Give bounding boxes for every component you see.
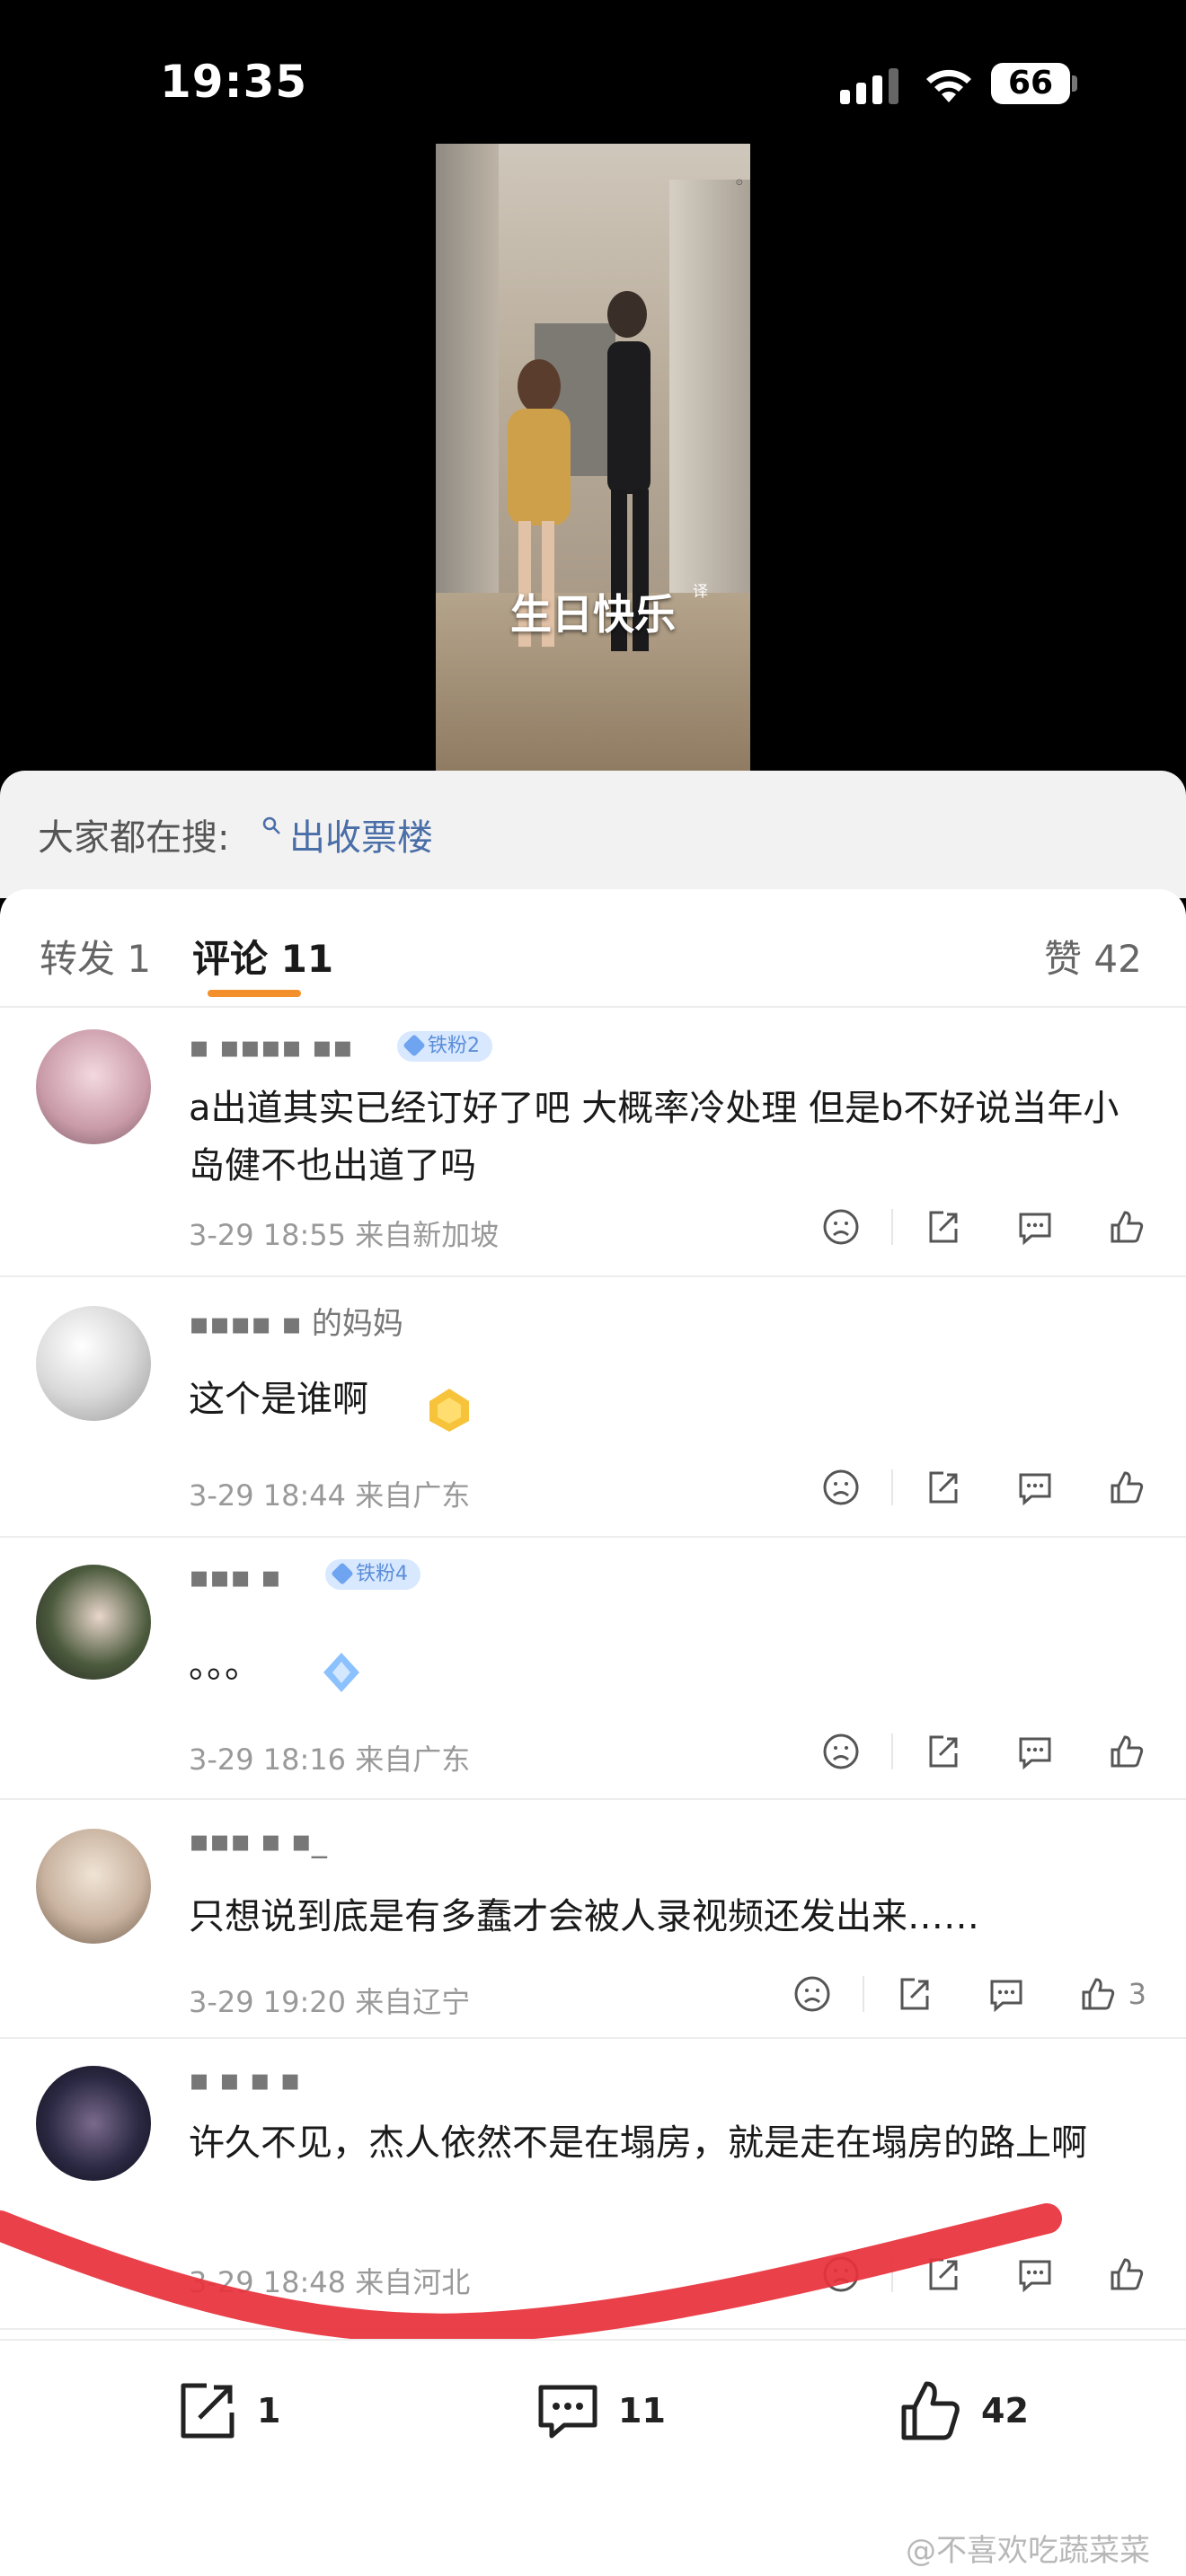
username-redacted[interactable]: ▪▪▪ ▪ ▪_	[189, 1823, 327, 1859]
comment-icon	[538, 2385, 597, 2439]
comment-actions	[769, 1732, 1146, 1771]
video-player[interactable]: ⊙ 生日快乐 译	[436, 144, 750, 772]
fan-badge: 铁粉4	[325, 1559, 420, 1590]
hot-search-keyword[interactable]: 出收票楼	[289, 808, 433, 860]
repost-count: 1	[257, 2391, 281, 2430]
comment-meta: 3-29 18:48 来自河北	[189, 2265, 471, 2299]
username-partial-text: 的妈妈	[311, 1306, 403, 1342]
like-icon[interactable]	[1107, 1732, 1146, 1771]
reply-icon[interactable]	[1015, 1207, 1055, 1247]
reply-icon[interactable]	[1015, 1468, 1055, 1507]
avatar[interactable]	[36, 1029, 151, 1144]
comment-button[interactable]: 11	[534, 2377, 666, 2445]
comment-item: ▪▪▪ ▪ ▪_ 只想说到底是有多蠢才会被人录视频还发出来…… 3-29 19:…	[0, 1800, 1186, 2039]
dislike-face-icon[interactable]	[821, 1207, 861, 1247]
tab-active-indicator	[208, 990, 301, 997]
comment-item: ▪▪▪ ▪ 铁粉4 。。。 3-29 18:16 来自广东	[0, 1538, 1186, 1800]
hot-search-label: 大家都在搜:	[38, 817, 230, 859]
share-icon[interactable]	[924, 1468, 963, 1507]
avatar[interactable]	[36, 2066, 151, 2181]
comment-text: 许久不见，杰人依然不是在塌房，就是走在塌房的路上啊	[189, 2122, 1087, 2164]
divider	[891, 1209, 893, 1245]
diamond-icon	[403, 1034, 426, 1057]
comment-actions: 3	[740, 1974, 1146, 2014]
comment-actions	[769, 1207, 1146, 1247]
share-icon[interactable]	[924, 1207, 963, 1247]
divider	[891, 1469, 893, 1505]
fan-badge: 铁粉2	[397, 1031, 492, 1062]
reply-icon[interactable]	[1015, 1732, 1055, 1771]
comment-meta: 3-29 18:55 来自新加坡	[189, 1218, 500, 1252]
comment-item: ▪ ▪▪▪▪ ▪▪ 铁粉2 a出道其实已经订好了吧 大概率冷处理 但是b不好说当…	[0, 1008, 1186, 1277]
gold-medal-icon	[429, 1389, 469, 1432]
comment-count: 11	[618, 2391, 666, 2430]
share-icon[interactable]	[924, 2254, 963, 2294]
like-icon	[901, 2381, 960, 2440]
reply-icon[interactable]	[1015, 2254, 1055, 2294]
like-icon[interactable]	[1107, 1468, 1146, 1507]
repost-button[interactable]: 1	[173, 2377, 280, 2445]
bottom-action-bar: 1 11 42	[0, 2339, 1186, 2465]
avatar[interactable]	[36, 1306, 151, 1421]
share-icon	[181, 2383, 235, 2439]
divider	[891, 2256, 893, 2292]
comment-text: a出道其实已经订好了吧 大概率冷处理 但是b不好说当年小岛健不也出道了吗	[189, 1088, 1120, 1187]
avatar[interactable]	[36, 1829, 151, 1944]
dislike-face-icon[interactable]	[821, 2254, 861, 2294]
blue-gem-icon	[323, 1653, 359, 1692]
diamond-icon	[331, 1562, 354, 1585]
username-partial[interactable]: ▪▪▪▪ ▪ 的妈妈	[189, 1299, 403, 1343]
tab-repost[interactable]: 转发 1	[40, 929, 151, 984]
wifi-icon	[926, 69, 971, 102]
like-count: 3	[1128, 1977, 1146, 2011]
comment-meta: 3-29 18:44 来自广东	[189, 1478, 471, 1513]
comment-actions	[769, 2254, 1146, 2294]
username-redacted[interactable]: ▪ ▪ ▪ ▪	[189, 2062, 301, 2098]
comment-text: 只想说到底是有多蠢才会被人录视频还发出来……	[189, 1896, 979, 1937]
comment-text: 这个是谁啊	[189, 1379, 368, 1420]
comment-actions	[769, 1468, 1146, 1507]
fan-badge-label: 铁粉2	[428, 1035, 480, 1057]
username-redacted[interactable]: ▪▪▪ ▪	[189, 1559, 281, 1595]
username-redacted[interactable]: ▪ ▪▪▪▪ ▪▪	[189, 1029, 353, 1065]
dislike-face-icon[interactable]	[792, 1974, 832, 2014]
like-icon[interactable]	[1107, 1207, 1146, 1247]
fan-badge-label: 铁粉4	[356, 1563, 408, 1585]
tab-likes[interactable]: 赞 42	[1044, 929, 1142, 984]
avatar[interactable]	[36, 1565, 151, 1680]
like-icon[interactable]	[1078, 1974, 1118, 2014]
like-count: 42	[981, 2391, 1029, 2430]
hot-search-bar[interactable]: 大家都在搜: 出收票楼	[0, 771, 1186, 898]
battery-level: 66	[991, 63, 1070, 104]
reply-icon[interactable]	[987, 1974, 1026, 2014]
divider	[862, 1976, 864, 2012]
like-button[interactable]: 42	[897, 2377, 1029, 2445]
share-icon[interactable]	[895, 1974, 934, 2014]
comments-sheet: 转发 1 评论 11 赞 42 ▪ ▪▪▪▪ ▪▪ 铁粉2 a出道其实已经订好了…	[0, 889, 1186, 2576]
tab-comments[interactable]: 评论 11	[192, 929, 333, 984]
comment-item: ▪▪▪▪ ▪ 的妈妈 这个是谁啊 3-29 18:44 来自广东	[0, 1277, 1186, 1538]
tab-bar: 转发 1 评论 11 赞 42	[0, 889, 1186, 1008]
dislike-face-icon[interactable]	[821, 1732, 861, 1771]
search-icon	[262, 816, 280, 834]
comment-meta: 3-29 18:16 来自广东	[189, 1742, 471, 1777]
video-watermark: ⊙	[735, 178, 743, 188]
share-icon[interactable]	[924, 1732, 963, 1771]
status-time: 19:35	[160, 56, 308, 108]
dislike-face-icon[interactable]	[821, 1468, 861, 1507]
battery-tip	[1072, 75, 1077, 92]
comment-item: ▪ ▪ ▪ ▪ 许久不见，杰人依然不是在塌房，就是走在塌房的路上啊 3-29 1…	[0, 2039, 1186, 2330]
weibo-watermark: @不喜欢吃蔬菜菜	[906, 2533, 1150, 2569]
like-icon[interactable]	[1107, 2254, 1146, 2294]
translate-mark[interactable]: 译	[693, 578, 708, 601]
cellular-signal-icon	[840, 65, 898, 104]
comment-meta: 3-29 19:20 来自辽宁	[189, 1985, 471, 2019]
divider	[891, 1734, 893, 1769]
